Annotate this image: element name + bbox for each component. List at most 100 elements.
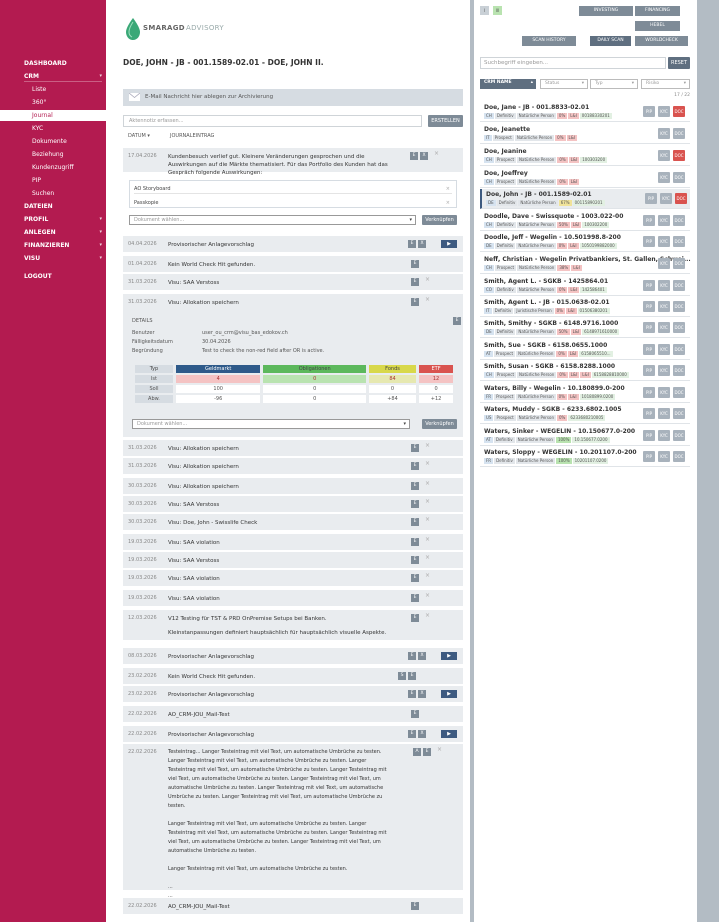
attachment-icon[interactable]: A: [413, 748, 421, 756]
crm-list-item[interactable]: Smith, Agent L. - JB - 015.0638-02.01 IT D…: [480, 297, 690, 317]
close-icon[interactable]: ×: [434, 150, 439, 157]
doc-button[interactable]: DOC: [673, 106, 685, 117]
edit-icon[interactable]: E: [411, 518, 419, 526]
kyc-button[interactable]: KYC: [658, 258, 670, 269]
excel-icon[interactable]: X: [418, 730, 426, 738]
edit-icon[interactable]: E: [423, 748, 431, 756]
journal-row[interactable]: 31.03.2026 Visu: Allokation speichern E ×: [123, 440, 463, 456]
kyc-button[interactable]: KYC: [658, 301, 670, 312]
doc-button[interactable]: DOC: [673, 258, 685, 269]
pip-button[interactable]: PIP: [643, 280, 655, 291]
sidebar-item-crm[interactable]: CRM ▾: [0, 71, 106, 82]
doc-button[interactable]: DOC: [673, 301, 685, 312]
journal-row[interactable]: 19.03.2026 Visu: SAA violation E ×: [123, 590, 463, 606]
play-icon[interactable]: ▶: [441, 240, 457, 248]
journal-row[interactable]: 19.03.2026 Visu: SAA Verstoss E ×: [123, 552, 463, 568]
filter-risiko[interactable]: Risiko ▾: [641, 79, 690, 89]
doc-button[interactable]: DOC: [673, 215, 685, 226]
edit-icon[interactable]: E: [411, 444, 419, 452]
sidebar-item-finanzieren[interactable]: FINANZIEREN ▾: [0, 240, 106, 251]
edit-icon[interactable]: E: [408, 672, 416, 680]
close-icon[interactable]: ×: [425, 572, 430, 579]
sidebar-item-dateien[interactable]: DATEIEN: [0, 201, 106, 212]
document-item[interactable]: AO Storyboard ×: [134, 184, 452, 194]
reset-button[interactable]: RESET: [668, 57, 690, 69]
journal-row[interactable]: 17.04.2026 Kundenbesuch verlief gut. Klei…: [123, 148, 463, 176]
journal-row[interactable]: 04.04.2026 Provisorischer Anlagevorschlag…: [123, 236, 463, 252]
journal-row[interactable]: 30.03.2026 Visu: Allokation speichern E ×: [123, 478, 463, 494]
sidebar-item-beziehung[interactable]: Beziehung: [0, 149, 106, 160]
email-drop-zone[interactable]: E-Mail Nachricht hier ablegen zur Archiv…: [123, 89, 463, 106]
sidebar-item-360-[interactable]: 360°: [0, 97, 106, 108]
edit-icon[interactable]: E: [411, 574, 419, 582]
doc-button[interactable]: DOC: [673, 128, 685, 139]
pip-button[interactable]: PIP: [643, 344, 655, 355]
edit-icon[interactable]: E: [453, 317, 461, 325]
doc-button[interactable]: DOC: [673, 172, 685, 183]
excel-icon[interactable]: X: [418, 690, 426, 698]
edit-icon[interactable]: E: [411, 298, 419, 306]
send-icon[interactable]: S: [398, 672, 406, 680]
journal-row[interactable]: 30.03.2026 Visu: Doe, John - Swisslife Ch…: [123, 514, 463, 530]
kyc-button[interactable]: KYC: [658, 387, 670, 398]
doc-button[interactable]: DOC: [673, 430, 685, 441]
note-input[interactable]: Aktennotiz erfassen...: [123, 115, 422, 127]
document-select[interactable]: Dokument wählen... ▾: [129, 215, 416, 225]
crm-list-item[interactable]: Doodle, Jeff - Wegelin - 10.501998.8-200…: [480, 232, 690, 252]
document-item[interactable]: Passkopie ×: [134, 198, 452, 208]
crm-list-item[interactable]: Waters, Sloppy - WEGELIN - 10.201107.0-2…: [480, 447, 690, 467]
worldcheck-button[interactable]: WORLDCHECK: [635, 36, 688, 46]
doc-button[interactable]: DOC: [673, 451, 685, 462]
crm-list-item[interactable]: Doodle, Dave - Swissquote - 1003.022-00 C…: [480, 211, 690, 231]
remove-icon[interactable]: ×: [446, 198, 450, 208]
kyc-button[interactable]: KYC: [658, 150, 670, 161]
pip-button[interactable]: PIP: [643, 365, 655, 376]
edit-icon[interactable]: E: [411, 462, 419, 470]
journal-row[interactable]: 30.03.2026 Visu: SAA Verstoss E ×: [123, 496, 463, 512]
excel-icon[interactable]: X: [418, 652, 426, 660]
investing-button[interactable]: INVESTING: [579, 6, 633, 16]
journal-row[interactable]: 08.03.2026 Provisorischer Anlagevorschlag…: [123, 648, 463, 664]
journal-row[interactable]: 31.03.2026 Visu: SAA Verstoss E ×: [123, 274, 463, 290]
excel-icon[interactable]: X: [420, 152, 428, 160]
journal-row[interactable]: 22.02.2026 AO_CRM-JOU_Mail-Test E: [123, 706, 463, 722]
doc-button[interactable]: DOC: [673, 344, 685, 355]
edit-icon[interactable]: E: [408, 240, 416, 248]
doc-button[interactable]: DOC: [675, 193, 687, 204]
close-icon[interactable]: ×: [425, 460, 430, 467]
crm-list-item[interactable]: Doe, Joeffrey CH Prospect Natürliche Person…: [480, 168, 690, 188]
kyc-button[interactable]: KYC: [658, 236, 670, 247]
edit-icon[interactable]: E: [411, 482, 419, 490]
journal-row[interactable]: 23.02.2026 Kein World Check Hit gefunden.…: [123, 668, 463, 684]
crm-list-item[interactable]: Doe, Jeanine CH Prospect Natürliche Person 0…: [480, 146, 690, 166]
filter-crm-name[interactable]: CRM NAME ▴: [480, 79, 536, 89]
pip-button[interactable]: PIP: [643, 236, 655, 247]
sidebar-item-logout[interactable]: LOGOUT: [0, 271, 106, 282]
create-button[interactable]: ERSTELLEN: [428, 115, 463, 127]
journal-row[interactable]: 01.04.2026 Kein World Check Hit gefunden.…: [123, 256, 463, 272]
edit-icon[interactable]: E: [408, 690, 416, 698]
edit-icon[interactable]: E: [411, 260, 419, 268]
journal-row[interactable]: 22.02.2026 AO_CRM-JOU_Mail-Test E: [123, 898, 463, 914]
kyc-button[interactable]: KYC: [658, 322, 670, 333]
edit-icon[interactable]: E: [411, 556, 419, 564]
hebel-button[interactable]: HEBEL: [635, 21, 680, 31]
nav-page-3-button[interactable]: III: [493, 6, 502, 15]
edit-icon[interactable]: E: [411, 710, 419, 718]
kyc-button[interactable]: KYC: [658, 172, 670, 183]
doc-button[interactable]: DOC: [673, 408, 685, 419]
kyc-button[interactable]: KYC: [658, 365, 670, 376]
journal-row[interactable]: 19.03.2026 Visu: SAA violation E ×: [123, 570, 463, 586]
pip-button[interactable]: PIP: [643, 430, 655, 441]
scan-history-button[interactable]: SCAN HISTORY: [522, 36, 576, 46]
sidebar-item-liste[interactable]: Liste: [0, 84, 106, 95]
edit-icon[interactable]: E: [410, 152, 418, 160]
sidebar-item-journal[interactable]: Journal: [0, 110, 106, 121]
sidebar-item-profil[interactable]: PROFIL ▾: [0, 214, 106, 225]
crm-list-item[interactable]: Smith, Smithy - SGKB - 6148.9716.1000 DE D…: [480, 318, 690, 338]
kyc-button[interactable]: KYC: [660, 193, 672, 204]
journal-row[interactable]: 22.02.2026 Provisorischer Anlagevorschlag…: [123, 726, 463, 742]
filter-status[interactable]: Status ▾: [540, 79, 588, 89]
document-select[interactable]: Dokument wählen... ▾: [132, 419, 410, 429]
sidebar-item-kyc[interactable]: KYC: [0, 123, 106, 134]
